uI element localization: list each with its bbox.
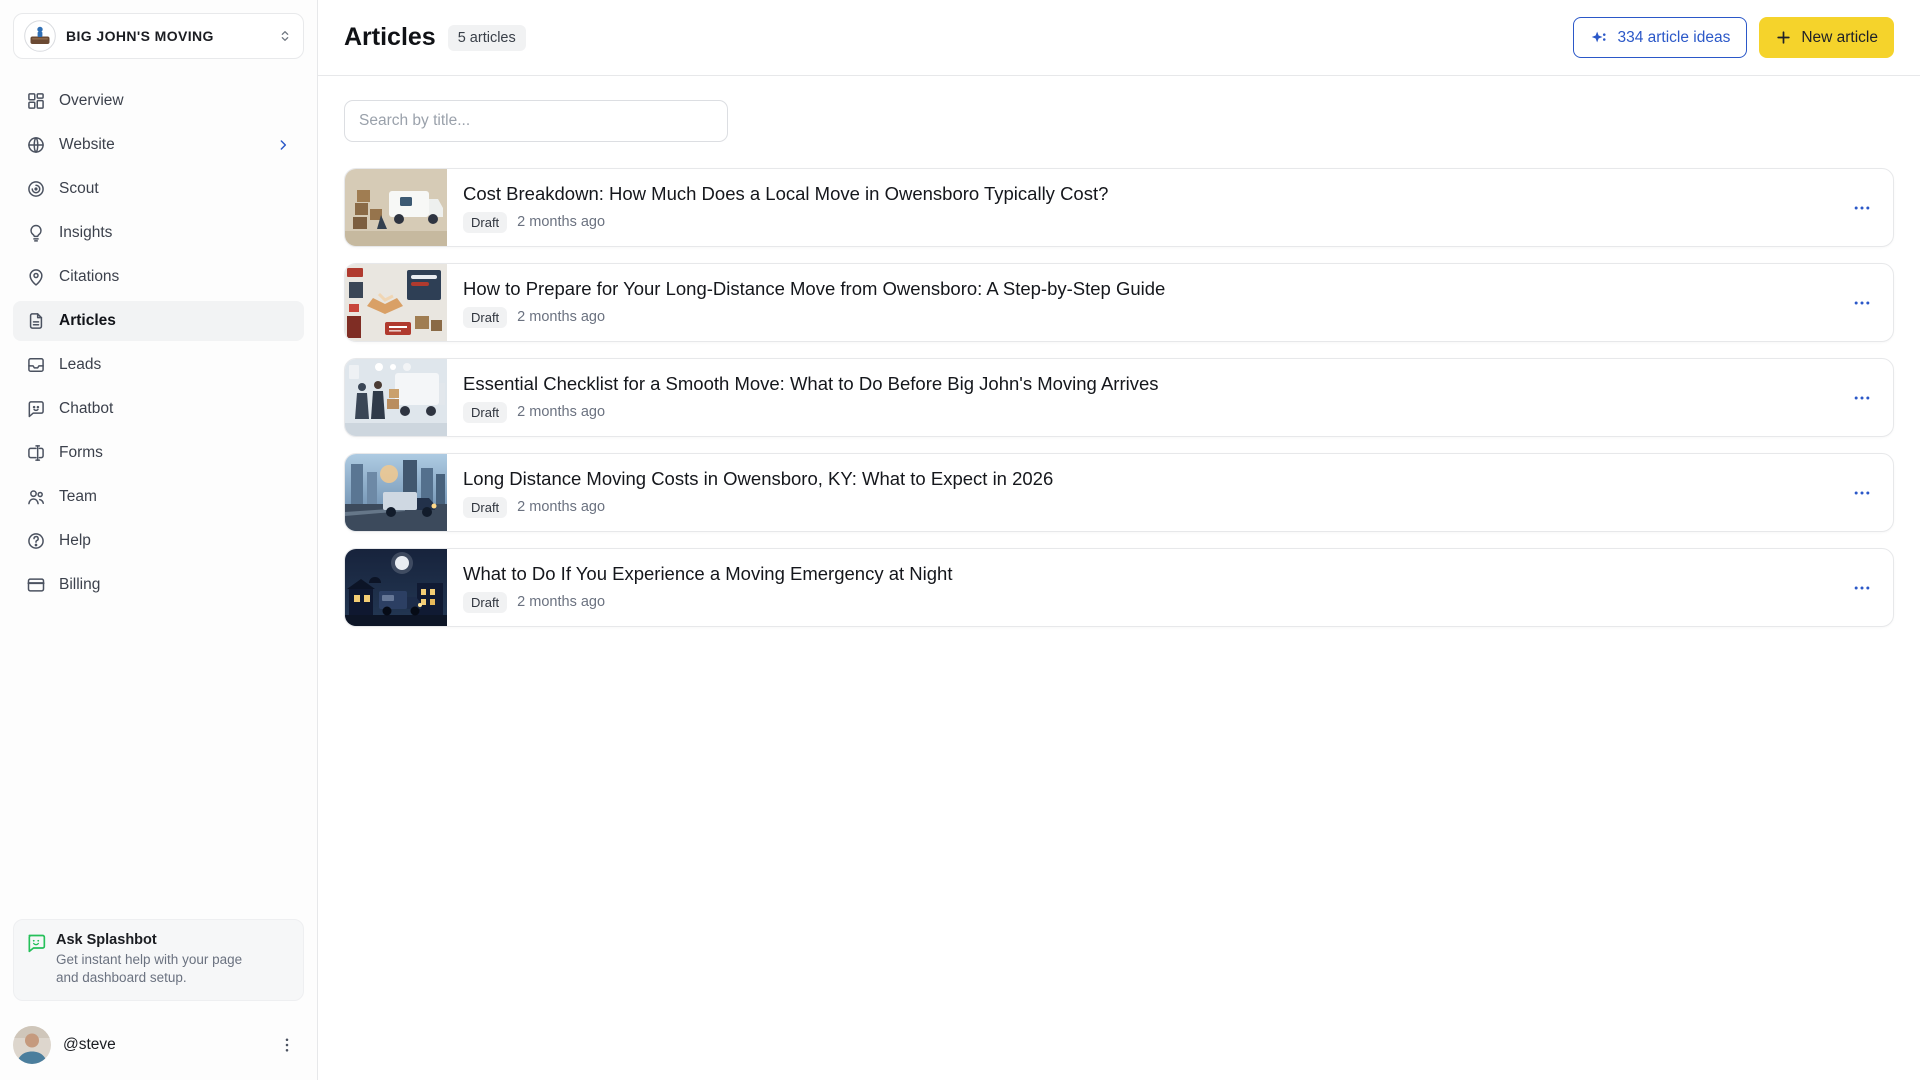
main-area: Articles 5 articles 334 article ideas Ne… bbox=[318, 0, 1920, 1080]
status-badge: Draft bbox=[463, 307, 507, 328]
dots-horizontal-icon bbox=[1852, 578, 1872, 598]
page-header: Articles 5 articles 334 article ideas Ne… bbox=[318, 0, 1920, 76]
help-circle-icon bbox=[26, 531, 46, 551]
sidebar-item-label: Overview bbox=[59, 92, 291, 110]
lightbulb-icon bbox=[26, 223, 46, 243]
article-row[interactable]: What to Do If You Experience a Moving Em… bbox=[344, 548, 1894, 627]
article-updated: 2 months ago bbox=[517, 499, 605, 515]
article-updated: 2 months ago bbox=[517, 214, 605, 230]
radar-icon bbox=[26, 179, 46, 199]
new-article-button[interactable]: New article bbox=[1759, 17, 1894, 58]
user-menu-button[interactable] bbox=[273, 1031, 301, 1059]
sidebar-item-label: Leads bbox=[59, 356, 291, 374]
status-badge: Draft bbox=[463, 592, 507, 613]
article-row[interactable]: How to Prepare for Your Long-Distance Mo… bbox=[344, 263, 1894, 342]
article-ideas-button[interactable]: 334 article ideas bbox=[1573, 17, 1747, 58]
dots-horizontal-icon bbox=[1852, 198, 1872, 218]
page-title: Articles bbox=[344, 23, 436, 52]
splashbot-title: Ask Splashbot bbox=[56, 932, 256, 948]
sidebar-item-scout[interactable]: Scout bbox=[13, 169, 304, 209]
article-row[interactable]: Long Distance Moving Costs in Owensboro,… bbox=[344, 453, 1894, 532]
sidebar-item-label: Forms bbox=[59, 444, 291, 462]
sparkle-icon bbox=[1590, 29, 1608, 47]
article-thumbnail bbox=[345, 549, 447, 626]
sidebar-item-insights[interactable]: Insights bbox=[13, 213, 304, 253]
article-menu-button[interactable] bbox=[1845, 476, 1879, 510]
user-row: @steve bbox=[0, 1014, 317, 1080]
chevrons-up-down-icon bbox=[277, 28, 293, 44]
status-badge: Draft bbox=[463, 497, 507, 518]
article-menu-button[interactable] bbox=[1845, 571, 1879, 605]
article-thumbnail bbox=[345, 454, 447, 531]
article-list: Cost Breakdown: How Much Does a Local Mo… bbox=[344, 168, 1894, 627]
article-menu-button[interactable] bbox=[1845, 286, 1879, 320]
users-icon bbox=[26, 487, 46, 507]
sidebar-item-label: Team bbox=[59, 488, 291, 506]
chat-bubble-icon bbox=[26, 399, 46, 419]
article-title: How to Prepare for Your Long-Distance Mo… bbox=[463, 278, 1845, 300]
sidebar-nav: Overview Website Scout Insights Citations Art… bbox=[0, 81, 317, 605]
sidebar-item-articles[interactable]: Articles bbox=[13, 301, 304, 341]
sidebar-item-label: Insights bbox=[59, 224, 291, 242]
credit-card-icon bbox=[26, 575, 46, 595]
workspace-logo-icon bbox=[24, 20, 56, 52]
sidebar-item-chatbot[interactable]: Chatbot bbox=[13, 389, 304, 429]
chevron-right-icon bbox=[275, 137, 291, 153]
sidebar-item-team[interactable]: Team bbox=[13, 477, 304, 517]
article-updated: 2 months ago bbox=[517, 594, 605, 610]
avatar[interactable] bbox=[13, 1026, 51, 1064]
sidebar-item-leads[interactable]: Leads bbox=[13, 345, 304, 385]
sidebar-item-label: Scout bbox=[59, 180, 291, 198]
sidebar-item-label: Billing bbox=[59, 576, 291, 594]
article-thumbnail bbox=[345, 264, 447, 341]
splashbot-chat-icon bbox=[26, 933, 46, 953]
grid-icon bbox=[26, 91, 46, 111]
user-handle: @steve bbox=[63, 1036, 273, 1054]
article-ideas-label: 334 article ideas bbox=[1617, 29, 1730, 47]
article-row[interactable]: Cost Breakdown: How Much Does a Local Mo… bbox=[344, 168, 1894, 247]
sidebar-item-website[interactable]: Website bbox=[13, 125, 304, 165]
search-input[interactable] bbox=[344, 100, 728, 142]
article-count-badge: 5 articles bbox=[448, 25, 526, 51]
article-row[interactable]: Essential Checklist for a Smooth Move: W… bbox=[344, 358, 1894, 437]
article-title: Cost Breakdown: How Much Does a Local Mo… bbox=[463, 183, 1845, 205]
new-article-label: New article bbox=[1801, 29, 1878, 47]
globe-icon bbox=[26, 135, 46, 155]
article-updated: 2 months ago bbox=[517, 404, 605, 420]
article-menu-button[interactable] bbox=[1845, 191, 1879, 225]
article-title: What to Do If You Experience a Moving Em… bbox=[463, 563, 1845, 585]
workspace-name: BIG JOHN'S MOVING bbox=[66, 28, 277, 44]
sidebar-item-help[interactable]: Help bbox=[13, 521, 304, 561]
status-badge: Draft bbox=[463, 402, 507, 423]
sidebar-item-label: Website bbox=[59, 136, 275, 154]
article-title: Essential Checklist for a Smooth Move: W… bbox=[463, 373, 1845, 395]
splashbot-description: Get instant help with your page and dash… bbox=[56, 951, 256, 987]
dots-horizontal-icon bbox=[1852, 293, 1872, 313]
status-badge: Draft bbox=[463, 212, 507, 233]
sidebar-item-overview[interactable]: Overview bbox=[13, 81, 304, 121]
input-field-icon bbox=[26, 443, 46, 463]
workspace-switcher[interactable]: BIG JOHN'S MOVING bbox=[13, 13, 304, 59]
plus-icon bbox=[1775, 29, 1792, 46]
sidebar-item-label: Chatbot bbox=[59, 400, 291, 418]
document-icon bbox=[26, 311, 46, 331]
article-thumbnail bbox=[345, 359, 447, 436]
map-pin-icon bbox=[26, 267, 46, 287]
sidebar-item-label: Help bbox=[59, 532, 291, 550]
sidebar-item-label: Articles bbox=[59, 312, 291, 330]
dots-horizontal-icon bbox=[1852, 388, 1872, 408]
sidebar: BIG JOHN'S MOVING Overview Website Scout In… bbox=[0, 0, 318, 1080]
articles-content: Cost Breakdown: How Much Does a Local Mo… bbox=[318, 76, 1920, 1080]
sidebar-item-billing[interactable]: Billing bbox=[13, 565, 304, 605]
inbox-icon bbox=[26, 355, 46, 375]
sidebar-item-forms[interactable]: Forms bbox=[13, 433, 304, 473]
ask-splashbot-card[interactable]: Ask Splashbot Get instant help with your… bbox=[13, 919, 304, 1001]
article-updated: 2 months ago bbox=[517, 309, 605, 325]
article-menu-button[interactable] bbox=[1845, 381, 1879, 415]
dots-horizontal-icon bbox=[1852, 483, 1872, 503]
article-thumbnail bbox=[345, 169, 447, 246]
sidebar-item-citations[interactable]: Citations bbox=[13, 257, 304, 297]
article-title: Long Distance Moving Costs in Owensboro,… bbox=[463, 468, 1845, 490]
sidebar-item-label: Citations bbox=[59, 268, 291, 286]
